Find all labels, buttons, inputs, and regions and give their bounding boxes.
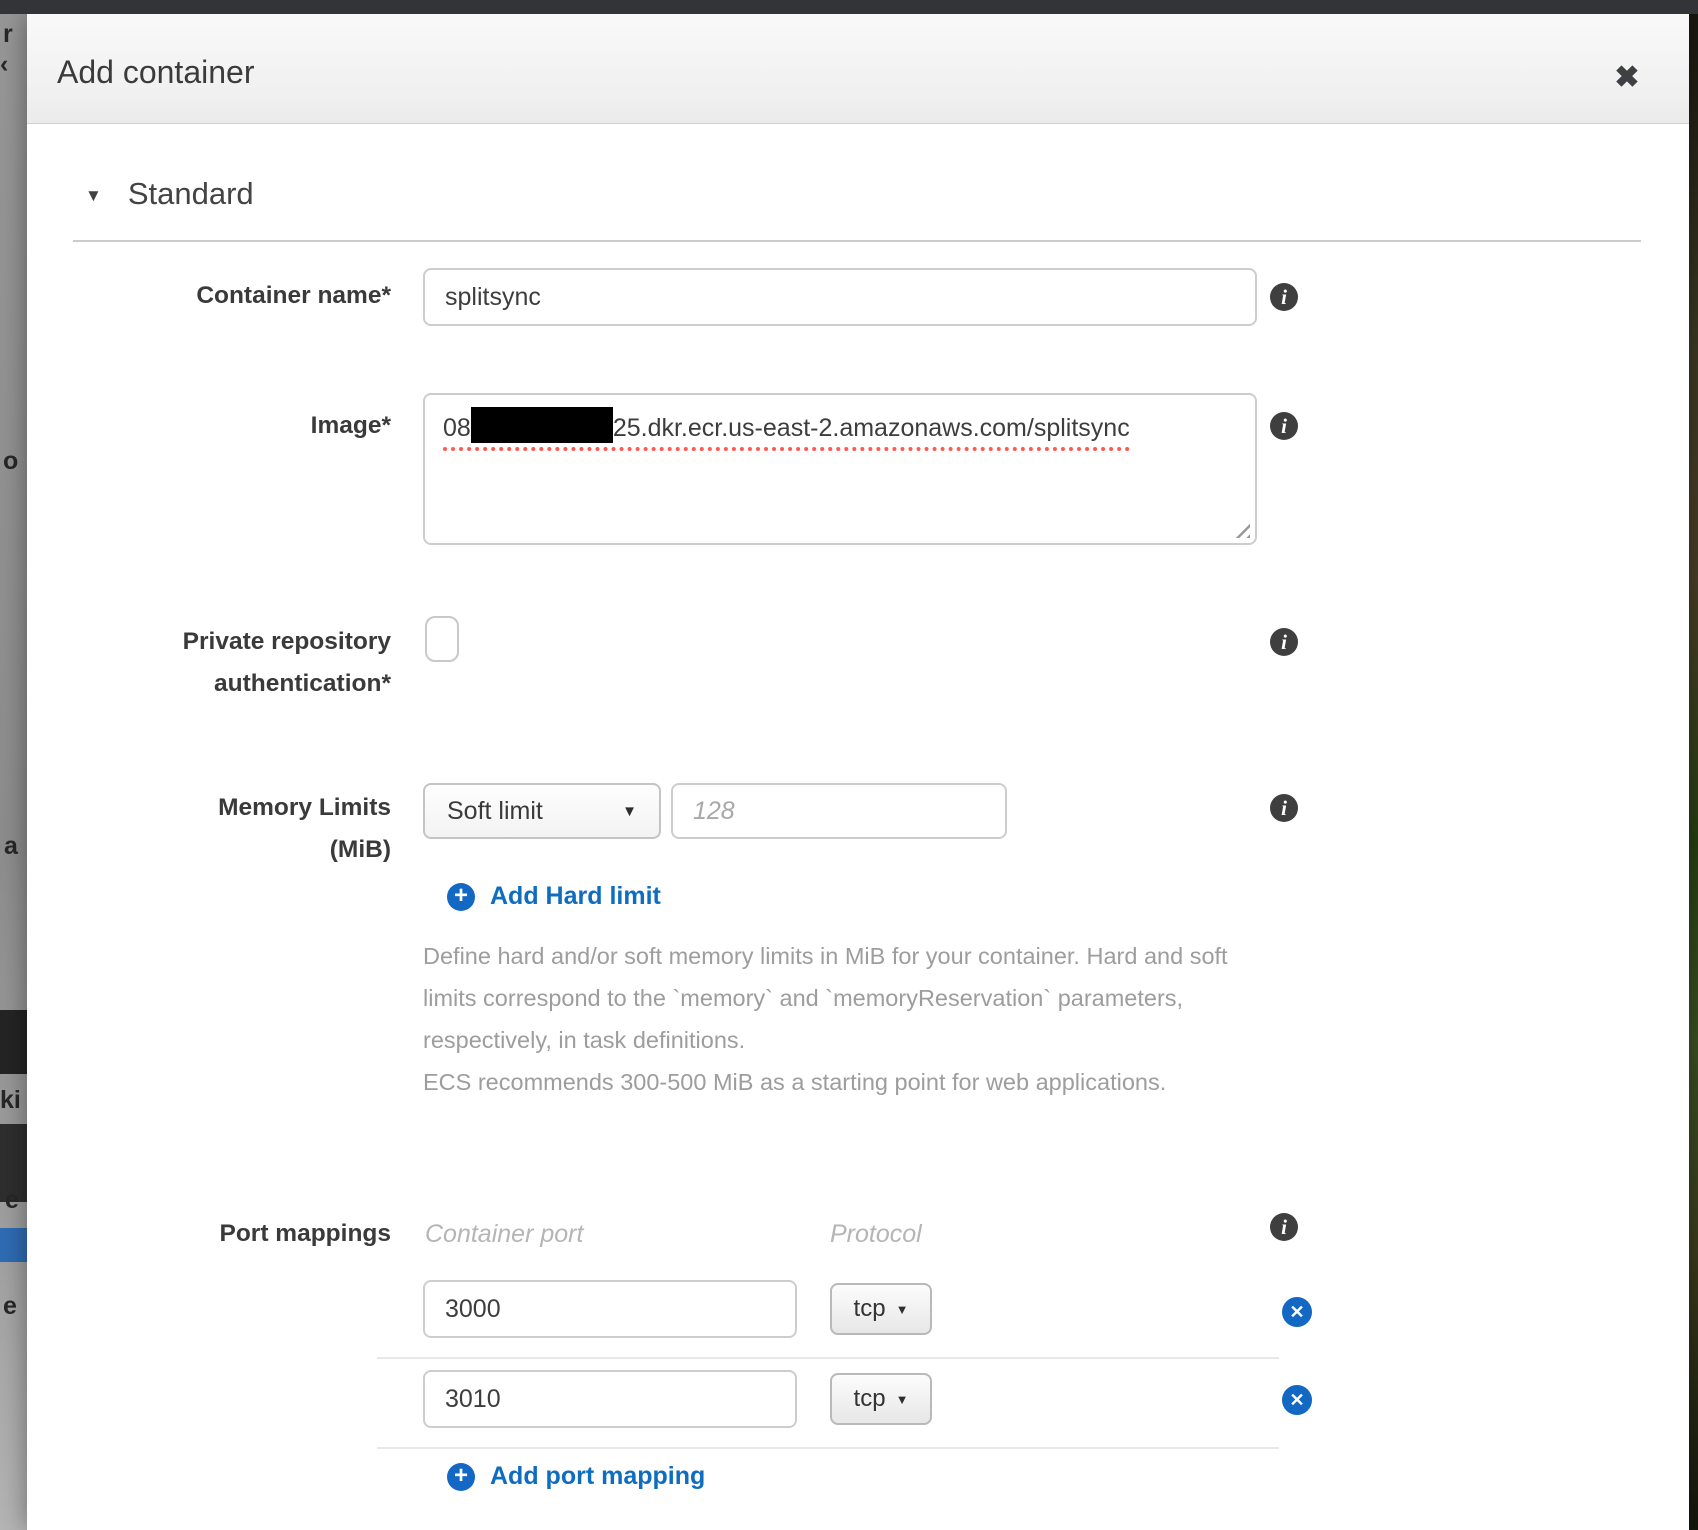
help-line: ECS recommends 300-500 MiB as a starting…: [423, 1061, 1228, 1103]
chevron-down-icon: ▼: [896, 1392, 909, 1407]
port-row-divider: [377, 1447, 1279, 1449]
info-icon[interactable]: i: [1270, 628, 1298, 656]
background-fragment: r: [3, 20, 13, 49]
close-icon[interactable]: ✖: [1605, 56, 1649, 100]
private-repo-label-line2: authentication*: [27, 670, 391, 698]
memory-limits-label-line2: (MiB): [27, 836, 391, 864]
private-repo-checkbox[interactable]: [425, 616, 459, 662]
image-value-suffix: 25.dkr.ecr.us-east-2.amazonaws.com/split…: [613, 414, 1130, 442]
protocol-select[interactable]: tcp ▼: [830, 1373, 932, 1425]
background-fragment: e: [3, 1292, 17, 1321]
add-container-modal: Add container ✖ ▼ Standard Container nam…: [27, 14, 1689, 1530]
remove-port-mapping-icon[interactable]: ✕: [1282, 1297, 1312, 1327]
textarea-resize-handle[interactable]: [1232, 520, 1250, 538]
memory-help-text: Define hard and/or soft memory limits in…: [423, 935, 1228, 1103]
container-name-input[interactable]: [423, 268, 1257, 326]
background-button-fragment: [0, 1228, 27, 1262]
container-port-input[interactable]: [423, 1280, 797, 1338]
background-fragment: e: [5, 1186, 19, 1215]
protocol-value: tcp: [854, 1295, 886, 1323]
background-page-sliver: r ‹ o a ki e e: [0, 0, 27, 1530]
background-fragment: a: [4, 832, 18, 861]
browser-top-bar: [0, 0, 1698, 14]
image-label: Image*: [27, 412, 391, 440]
background-wallpaper-strip: [1689, 0, 1698, 1530]
background-image-fragment: [0, 1010, 27, 1074]
plus-circle-icon: +: [447, 1463, 475, 1491]
memory-limit-value-input[interactable]: [671, 783, 1007, 839]
memory-limit-type-select[interactable]: Soft limit ▼: [423, 783, 661, 839]
container-port-column-header: Container port: [425, 1220, 583, 1249]
help-line: limits correspond to the `memory` and `m…: [423, 977, 1228, 1019]
info-icon[interactable]: i: [1270, 794, 1298, 822]
add-hard-limit-button[interactable]: + Add Hard limit: [447, 882, 661, 911]
image-value: 08 25.dkr.ecr.us-east-2.amazonaws.com/spl…: [443, 414, 1130, 451]
protocol-select[interactable]: tcp ▼: [830, 1283, 932, 1335]
add-port-mapping-label: Add port mapping: [490, 1462, 705, 1491]
section-divider: [73, 240, 1641, 242]
plus-circle-icon: +: [447, 883, 475, 911]
port-mappings-label: Port mappings: [27, 1220, 391, 1248]
memory-limits-label-line1: Memory Limits: [27, 794, 391, 822]
background-fragment: o: [3, 447, 18, 476]
modal-title: Add container: [57, 54, 254, 91]
protocol-value: tcp: [854, 1385, 886, 1413]
add-hard-limit-label: Add Hard limit: [490, 882, 661, 911]
remove-port-mapping-icon[interactable]: ✕: [1282, 1385, 1312, 1415]
port-row-divider: [377, 1357, 1279, 1359]
memory-limit-type-value: Soft limit: [447, 797, 543, 826]
container-port-input[interactable]: [423, 1370, 797, 1428]
chevron-down-icon: ▼: [896, 1302, 909, 1317]
image-textarea[interactable]: 08 25.dkr.ecr.us-east-2.amazonaws.com/spl…: [423, 393, 1257, 545]
caret-down-icon: ▼: [85, 186, 102, 206]
container-name-label: Container name*: [27, 282, 391, 310]
info-icon[interactable]: i: [1270, 283, 1298, 311]
image-value-prefix: 08: [443, 414, 471, 442]
chevron-down-icon: ▼: [622, 803, 637, 820]
modal-header: Add container ✖: [27, 14, 1689, 124]
protocol-column-header: Protocol: [830, 1220, 922, 1249]
section-label: Standard: [128, 176, 254, 212]
info-icon[interactable]: i: [1270, 1213, 1298, 1241]
add-port-mapping-button[interactable]: + Add port mapping: [447, 1462, 705, 1491]
background-fragment: ki: [0, 1086, 21, 1115]
info-icon[interactable]: i: [1270, 412, 1298, 440]
private-repo-label-line1: Private repository: [27, 628, 391, 656]
redaction-box: [471, 407, 613, 443]
background-fragment: ‹: [0, 50, 8, 79]
help-line: Define hard and/or soft memory limits in…: [423, 935, 1228, 977]
help-line: respectively, in task definitions.: [423, 1019, 1228, 1061]
section-standard-toggle[interactable]: ▼ Standard: [85, 176, 254, 212]
